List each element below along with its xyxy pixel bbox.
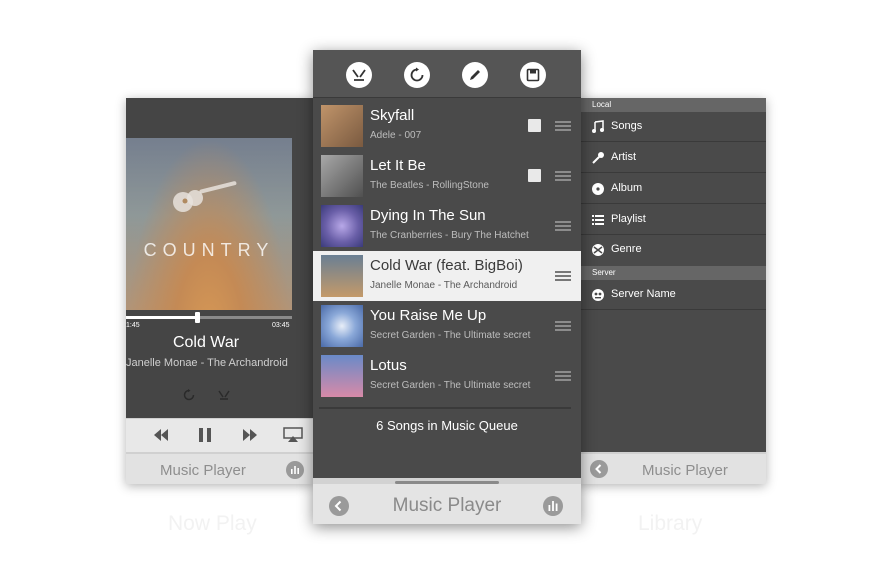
now-play-mini-actions: [181, 389, 241, 403]
now-playing-subtitle: Janelle Monae - The Archandroid: [126, 357, 288, 369]
queue-row-1[interactable]: Skyfall Adele - 007: [313, 101, 581, 151]
share-icon: [352, 69, 366, 81]
save-icon: [526, 68, 540, 82]
queue-panel: Skyfall Adele - 007 Let It Be The Beatle…: [313, 50, 581, 524]
album-thumbnail: [321, 205, 363, 247]
back-icon[interactable]: [590, 460, 608, 478]
library-item-label: Server Name: [611, 288, 676, 300]
library-item-label: Playlist: [611, 213, 646, 225]
library-item-label: Album: [611, 182, 643, 194]
progress-fill: [126, 316, 198, 319]
queue-row-5[interactable]: You Raise Me Up Secret Garden - The Ulti…: [313, 301, 581, 351]
queue-row-4[interactable]: Cold War (feat. BigBoi) Janelle Monae - …: [313, 251, 581, 301]
section-header-server: Server: [578, 266, 766, 280]
drag-handle-icon[interactable]: [555, 171, 571, 181]
pause-icon[interactable]: [198, 427, 212, 443]
song-title: Let It Be: [370, 157, 426, 174]
section-header-local: Local: [578, 98, 766, 112]
save-button[interactable]: [520, 62, 546, 88]
music-note-icon: [592, 120, 604, 133]
library-item-genre[interactable]: Genre: [578, 235, 766, 265]
song-title: Lotus: [370, 357, 407, 374]
library-panel: Local Songs Artist Album Playlist Genre …: [578, 98, 766, 484]
queue-row-3[interactable]: Dying In The Sun The Cranberries - Bury …: [313, 201, 581, 251]
now-play-panel: COUNTRY 1:45 03:45 Cold War Janelle Mona…: [126, 98, 314, 484]
share-icon[interactable]: [217, 389, 231, 401]
album-thumbnail: [321, 355, 363, 397]
repeat-icon: [410, 67, 424, 82]
song-subtitle: The Beatles - RollingStone: [370, 180, 489, 191]
now-play-footer: Music Player: [126, 452, 314, 484]
share-button[interactable]: [346, 62, 372, 88]
previous-icon[interactable]: [153, 427, 169, 443]
song-title: Skyfall: [370, 107, 415, 124]
caption-now-play: Now Play: [168, 512, 257, 535]
album-thumbnail: [321, 105, 363, 147]
edit-button[interactable]: [462, 62, 488, 88]
album-thumbnail: [321, 155, 363, 197]
screen: COUNTRY 1:45 03:45 Cold War Janelle Mona…: [0, 0, 890, 567]
genre-label: COUNTRY: [143, 240, 275, 260]
queue-toolbar: [313, 50, 581, 98]
library-item-songs[interactable]: Songs: [578, 112, 766, 142]
song-title: Cold War (feat. BigBoi): [370, 257, 523, 274]
now-playing-title: Cold War: [172, 334, 240, 351]
album-art: COUNTRY: [126, 138, 292, 310]
song-title: Dying In The Sun: [370, 207, 486, 224]
song-subtitle: Janelle Monae - The Archandroid: [370, 280, 518, 291]
drag-handle-icon[interactable]: [555, 321, 571, 331]
footer-title: Music Player: [642, 462, 728, 479]
genre-icon: [592, 244, 604, 256]
song-subtitle: Secret Garden - The Ultimate secret: [370, 330, 531, 341]
progress-bar[interactable]: [126, 312, 292, 323]
edit-icon: [470, 70, 480, 80]
repeat-button[interactable]: [404, 62, 430, 88]
drag-handle-icon[interactable]: [555, 121, 571, 131]
list-icon: [592, 215, 604, 225]
library-item-label: Genre: [611, 243, 642, 255]
song-subtitle: The Cranberries - Bury The Hatchet: [370, 230, 529, 241]
footer-title: Music Player: [160, 462, 246, 479]
library-footer: Music Player: [578, 452, 766, 484]
equalizer-icon[interactable]: [543, 496, 563, 516]
drag-handle-icon[interactable]: [555, 221, 571, 231]
song-title: You Raise Me Up: [370, 307, 487, 324]
progress-knob[interactable]: [195, 312, 201, 323]
next-icon[interactable]: [242, 427, 258, 443]
queue-footer: Music Player: [313, 478, 581, 524]
downloaded-icon: [528, 169, 541, 182]
footer-title: Music Player: [392, 495, 502, 516]
library-item-server-name[interactable]: Server Name: [578, 280, 766, 310]
library-item-album[interactable]: Album: [578, 174, 766, 204]
song-subtitle: Adele - 007: [370, 130, 422, 141]
scroll-indicator: [395, 481, 499, 484]
airplay-icon[interactable]: [283, 427, 303, 443]
library-item-artist[interactable]: Artist: [578, 143, 766, 173]
server-icon: [592, 289, 604, 301]
album-thumbnail: [321, 305, 363, 347]
library-item-label: Artist: [611, 151, 637, 163]
library-item-label: Songs: [611, 120, 643, 132]
queue-divider: [319, 407, 571, 409]
guitar-icon: [173, 181, 237, 212]
library-item-playlist[interactable]: Playlist: [578, 205, 766, 235]
song-subtitle: Secret Garden - The Ultimate secret: [370, 380, 531, 391]
equalizer-icon[interactable]: [286, 461, 304, 479]
playback-controls: [126, 418, 314, 452]
queue-row-6[interactable]: Lotus Secret Garden - The Ultimate secre…: [313, 351, 581, 401]
microphone-icon: [592, 152, 604, 164]
queue-count: 6 Songs in Music Queue: [376, 418, 518, 433]
drag-handle-icon[interactable]: [555, 271, 571, 281]
drag-handle-icon[interactable]: [555, 371, 571, 381]
caption-library: Library: [638, 512, 703, 535]
downloaded-icon: [528, 119, 541, 132]
repeat-icon[interactable]: [183, 389, 195, 401]
total-time: 03:45: [272, 322, 290, 329]
elapsed-time: 1:45: [126, 322, 140, 329]
album-thumbnail: [321, 255, 363, 297]
queue-row-2[interactable]: Let It Be The Beatles - RollingStone: [313, 151, 581, 201]
disc-icon: [592, 183, 604, 195]
